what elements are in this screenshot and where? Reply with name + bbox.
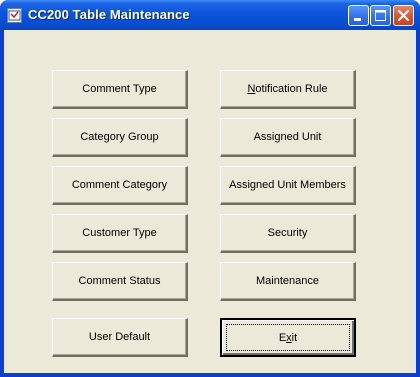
close-icon	[397, 9, 410, 22]
user-default-button[interactable]: User Default	[52, 318, 188, 357]
customer-type-button[interactable]: Customer Type	[52, 214, 188, 253]
close-button[interactable]	[393, 5, 414, 26]
assigned-unit-members-label: Assigned Unit Members	[229, 179, 346, 191]
window-title: CC200 Table Maintenance	[28, 7, 190, 22]
category-group-button[interactable]: Category Group	[52, 118, 188, 157]
maintenance-button[interactable]: Maintenance	[220, 262, 356, 301]
minimize-icon	[354, 18, 361, 21]
comment-type-button[interactable]: Comment Type	[52, 70, 188, 109]
comment-type-label: Comment Type	[82, 83, 157, 95]
comment-category-button[interactable]: Comment Category	[52, 166, 188, 205]
app-icon[interactable]	[7, 8, 22, 23]
comment-category-label: Comment Category	[71, 179, 168, 191]
maintenance-label: Maintenance	[256, 275, 319, 287]
title-bar[interactable]: CC200 Table Maintenance	[0, 0, 420, 30]
customer-type-label: Customer Type	[82, 227, 157, 239]
notification-rule-button[interactable]: Notification Rule	[220, 70, 356, 109]
maximize-icon	[375, 10, 386, 21]
exit-button[interactable]: Exit	[220, 318, 356, 357]
assigned-unit-members-button[interactable]: Assigned Unit Members	[220, 166, 356, 205]
notification-rule-label-rest: otification Rule	[255, 83, 328, 95]
category-group-label: Category Group	[80, 131, 159, 143]
minimize-button[interactable]	[348, 5, 369, 26]
user-default-label: User Default	[88, 331, 151, 343]
assigned-unit-button[interactable]: Assigned Unit	[220, 118, 356, 157]
app-window: CC200 Table Maintenance Comment Type Cat…	[0, 0, 420, 377]
security-label: Security	[267, 227, 308, 239]
assigned-unit-label: Assigned Unit	[253, 131, 322, 143]
focus-rectangle	[226, 324, 350, 351]
notification-rule-label: Notification Rule	[247, 83, 327, 95]
comment-status-label: Comment Status	[78, 275, 161, 287]
comment-status-button[interactable]: Comment Status	[52, 262, 188, 301]
dialog-body: Comment Type Category Group Comment Cate…	[4, 30, 416, 373]
maximize-button[interactable]	[370, 5, 391, 26]
security-button[interactable]: Security	[220, 214, 356, 253]
